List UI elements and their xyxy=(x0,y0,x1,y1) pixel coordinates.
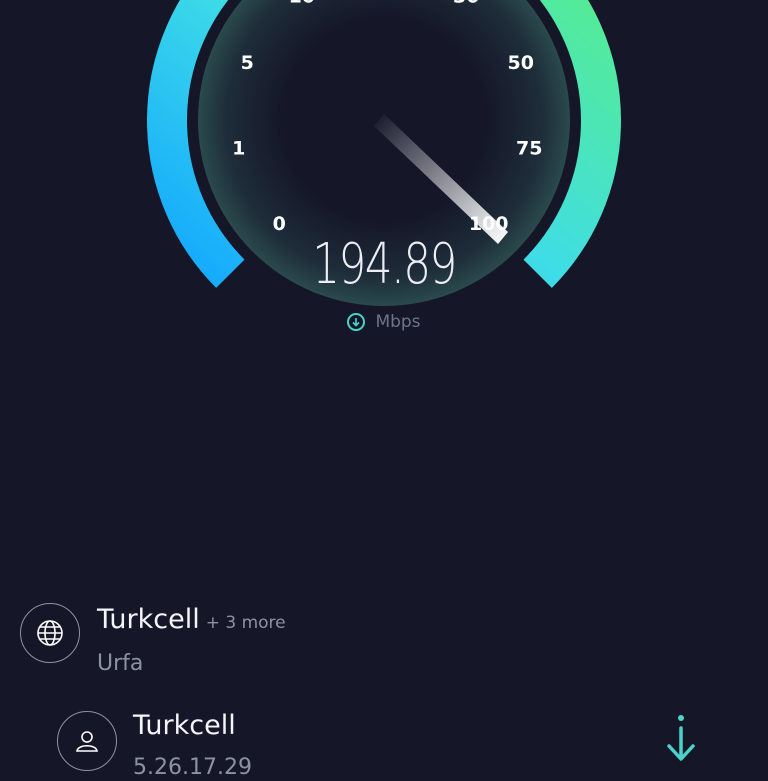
server-name: Turkcell xyxy=(133,710,236,741)
isp-location: Urfa xyxy=(97,651,144,676)
server-row[interactable]: Turkcell 5.26.17.29 xyxy=(20,710,748,781)
unit-row: Mbps xyxy=(0,312,768,332)
user-icon xyxy=(57,711,117,771)
isp-more-label[interactable]: + 3 more xyxy=(206,613,286,633)
download-circle-icon xyxy=(347,313,366,331)
gauge-tick-label: 5 xyxy=(241,52,254,74)
gauge-tick-label: 50 xyxy=(507,52,533,74)
isp-name: Turkcell xyxy=(97,604,200,635)
download-arrow-icon[interactable] xyxy=(664,714,698,762)
gauge-tick-label: 10 xyxy=(289,0,315,7)
speed-value: 194.89 xyxy=(312,232,457,297)
unit-label: Mbps xyxy=(375,312,421,332)
isp-name-line: Turkcell + 3 more xyxy=(97,604,286,635)
isp-row[interactable]: Turkcell + 3 more Urfa xyxy=(20,603,748,683)
gauge-tick-label: 75 xyxy=(516,137,542,159)
globe-icon xyxy=(20,603,80,663)
gauge-tick-label: 30 xyxy=(453,0,479,7)
gauge-tick-label: 1 xyxy=(232,137,245,159)
